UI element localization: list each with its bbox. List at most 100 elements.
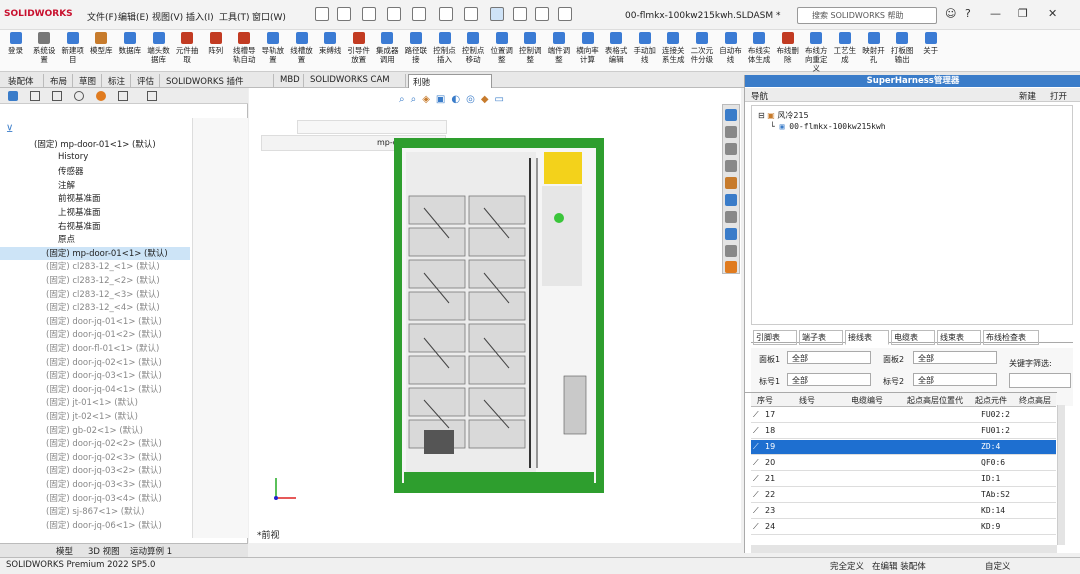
view-palette-icon[interactable] [725, 160, 737, 172]
feature-tree-item[interactable]: 传感器 [0, 165, 190, 179]
ribbon-button[interactable]: 引导件放置 [345, 31, 372, 71]
menu-item[interactable]: 插入(I) [186, 10, 214, 23]
feature-tree-item[interactable]: 注解 [0, 179, 190, 193]
select-icon[interactable] [490, 7, 504, 21]
display-manager-icon[interactable] [96, 91, 106, 101]
table-row[interactable]: ⟋ 21 ID:1 [751, 472, 1056, 487]
ribbon-button[interactable]: 束缚线 [317, 31, 344, 71]
feature-tree-item[interactable]: (固定) door-jq-02<3> (默认) [0, 451, 190, 465]
command-tab[interactable]: 利驰 SuperHarness [408, 74, 492, 98]
start-component-cell[interactable]: KD:14 [981, 506, 1005, 515]
table-row[interactable]: ⟋ 17 FU02:2 [751, 408, 1056, 423]
save-icon[interactable] [387, 7, 401, 21]
project-child[interactable]: └ ▣ 00-flmkx-100kw215kwh [770, 122, 886, 131]
new-project-button[interactable]: 新建 [1019, 90, 1036, 102]
redo-icon[interactable] [464, 7, 478, 21]
ribbon-button[interactable]: 自动布线 [717, 31, 744, 71]
options-gear-icon[interactable] [558, 7, 572, 21]
ribbon-button[interactable]: 端头数据库 [145, 31, 172, 71]
home-icon[interactable] [315, 7, 329, 21]
file-explorer-icon[interactable] [725, 143, 737, 155]
superharness-pane-icon[interactable] [725, 261, 737, 273]
ribbon-button[interactable]: 系统设置 [31, 31, 58, 71]
row-edit-icon[interactable]: ⟋ [753, 442, 759, 452]
feature-tree-item[interactable]: (固定) cl283-12_<1> (默认) [0, 260, 190, 274]
restore-icon[interactable]: ❐ [1018, 7, 1028, 20]
row-edit-icon[interactable]: ⟋ [753, 522, 759, 532]
appearances-icon[interactable] [725, 177, 737, 189]
user-icon[interactable]: ☺ [945, 7, 956, 20]
ribbon-button[interactable]: 线槽导轨自动 [231, 31, 258, 71]
feature-tree-item[interactable]: (固定) door-jq-02<2> (默认) [0, 437, 190, 451]
units-status[interactable]: 自定义 [985, 560, 1011, 572]
table-tab[interactable]: 端子表 [799, 330, 843, 345]
row-edit-icon[interactable]: ⟋ [753, 426, 759, 436]
feature-tree-item[interactable]: (固定) gb-02<1> (默认) [0, 424, 190, 438]
feature-tree-item[interactable]: (固定) door-jq-06<1> (默认) [0, 519, 190, 533]
command-tab[interactable]: 标注 [104, 74, 131, 88]
row-edit-icon[interactable]: ⟋ [753, 474, 759, 484]
row-edit-icon[interactable]: ⟋ [753, 410, 759, 420]
feature-tree-item[interactable]: (固定) jt-02<1> (默认) [0, 410, 190, 424]
feature-tree-item[interactable]: (固定) door-jq-03<4> (默认) [0, 492, 190, 506]
menu-item[interactable]: 编辑(E) [118, 10, 149, 23]
feature-tree-item[interactable]: History [0, 152, 190, 166]
table-tab[interactable]: 接线表 [845, 330, 889, 345]
feature-tree-item[interactable]: (固定) mp-door-01<1> (默认) [0, 246, 190, 261]
solidworks-resources-icon[interactable] [725, 109, 737, 121]
ribbon-button[interactable]: 导轨放置 [259, 31, 286, 71]
feature-tree-item[interactable]: (固定) cl283-12_<4> (默认) [0, 301, 190, 315]
menu-item[interactable]: 视图(V) [152, 10, 183, 23]
close-icon[interactable]: ✕ [1048, 7, 1057, 20]
command-tab[interactable]: SOLIDWORKS CAM [306, 74, 406, 88]
ribbon-button[interactable]: 手动加线 [631, 31, 658, 71]
menu-item[interactable]: 工具(T) [219, 10, 250, 23]
cabinet-model[interactable] [394, 138, 604, 493]
column-header[interactable]: 终点高层 [1019, 395, 1051, 406]
feature-tree-item[interactable]: (固定) door-fl-01<1> (默认) [0, 342, 190, 356]
feature-tree-item[interactable]: (固定) door-jq-03<2> (默认) [0, 464, 190, 478]
table-row[interactable]: ⟋ 23 KD:14 [751, 504, 1056, 519]
ribbon-button[interactable]: 二次元件分级 [688, 31, 715, 71]
column-header[interactable]: 线号 [799, 395, 815, 406]
command-tab[interactable]: 评估 [133, 74, 160, 88]
table-row[interactable]: ⟋ 18 FU01:2 [751, 424, 1056, 439]
keyword-input[interactable] [1009, 373, 1071, 388]
feature-tree-item[interactable]: 上视基准面 [0, 206, 190, 220]
ribbon-button[interactable]: 映射开孔 [860, 31, 887, 71]
table-tab[interactable]: 布线检查表 [983, 330, 1039, 345]
feature-tree-item[interactable]: (固定) jt-01<1> (默认) [0, 396, 190, 410]
ribbon-button[interactable]: 端件调整 [545, 31, 572, 71]
ribbon-button[interactable]: 控制点插入 [431, 31, 458, 71]
ribbon-button[interactable]: 路径联接 [402, 31, 429, 71]
feature-tree-icon[interactable] [8, 91, 18, 101]
ribbon-button[interactable]: 连接关系生成 [660, 31, 687, 71]
start-component-cell[interactable]: ZD:4 [981, 442, 1000, 451]
project-root[interactable]: ⊟ ▣ 风冷215 [758, 110, 809, 121]
model-view-tab[interactable]: 运动算例 1 [130, 545, 172, 557]
configuration-icon[interactable] [52, 91, 62, 101]
command-tab[interactable]: 装配体 [4, 74, 44, 88]
table-tab[interactable]: 电缆表 [891, 330, 935, 345]
ribbon-button[interactable]: 布线删除 [774, 31, 801, 71]
model-view-tab[interactable]: 模型 [56, 545, 73, 557]
ribbon-button[interactable]: 布线实体生成 [746, 31, 773, 71]
feature-tree-item[interactable]: (固定) door-jq-02<1> (默认) [0, 356, 190, 370]
ribbon-button[interactable]: 模型库 [88, 31, 115, 71]
start-component-cell[interactable]: FU01:2 [981, 426, 1010, 435]
start-component-cell[interactable]: QF0:6 [981, 458, 1005, 467]
open-file-icon[interactable] [362, 7, 376, 21]
table-tab[interactable]: 引脚表 [753, 330, 797, 345]
ribbon-button[interactable]: 表格式编辑 [603, 31, 630, 71]
row-edit-icon[interactable]: ⟋ [753, 490, 759, 500]
table-row[interactable]: ⟋ 24 KD:9 [751, 520, 1056, 535]
feature-tree-item[interactable]: (固定) door-jq-03<1> (默认) [0, 369, 190, 383]
dimxpert-icon[interactable] [74, 91, 84, 101]
feature-tree-item[interactable]: (固定) door-jq-04<1> (默认) [0, 383, 190, 397]
ribbon-button[interactable]: 打板图输出 [889, 31, 916, 71]
face1-select[interactable]: 全部 [787, 351, 871, 364]
feature-tree-item[interactable]: 右视基准面 [0, 220, 190, 234]
table-horizontal-scrollbar[interactable] [751, 545, 1057, 553]
rebuild-icon[interactable] [513, 7, 527, 21]
command-tab[interactable]: MBD [276, 74, 304, 88]
